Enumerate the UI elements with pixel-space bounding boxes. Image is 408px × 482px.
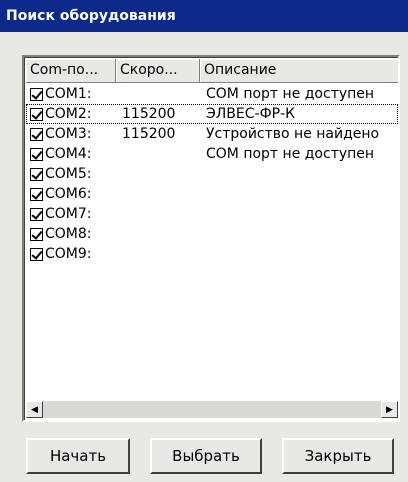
horizontal-scrollbar[interactable]: ◀ ▶ [26,401,398,418]
checkbox[interactable] [30,167,43,181]
port-name: COM2: [45,106,92,122]
window-title: Поиск оборудования [0,0,408,32]
scroll-left-icon[interactable]: ◀ [26,401,43,418]
port-speed: 115200 [122,106,176,122]
port-name: COM7: [45,206,92,222]
checkbox[interactable] [30,147,43,161]
checkbox[interactable] [30,247,43,261]
list-item[interactable]: COM5: [26,164,398,184]
close-button[interactable]: Закрыть [282,438,394,474]
list-item[interactable]: COM2: 115200 ЭЛВЕС-ФР-К [26,104,398,124]
checkbox[interactable] [30,227,43,241]
start-button[interactable]: Начать [26,438,130,474]
port-name: COM3: [45,126,92,142]
port-description: ЭЛВЕС-ФР-К [206,106,296,122]
list-item[interactable]: COM1: COM порт не доступен [26,84,398,104]
checkbox[interactable] [30,207,43,221]
list-item[interactable]: COM7: [26,204,398,224]
equipment-search-window: Поиск оборудования Com-по... Скоро... Оп… [0,0,408,482]
port-name: COM4: [45,146,92,162]
port-description: COM порт не доступен [206,146,375,162]
checkbox[interactable] [30,87,43,101]
scroll-right-icon[interactable]: ▶ [381,401,398,418]
list-item[interactable]: COM4: COM порт не доступен [26,144,398,164]
list-item[interactable]: COM9: [26,244,398,264]
port-list[interactable]: Com-по... Скоро... Описание COM1: COM по… [22,55,400,422]
port-name: COM6: [45,186,92,202]
checkbox[interactable] [30,187,43,201]
list-rows: COM1: COM порт не доступен COM2: 115200 … [26,84,398,264]
checkbox[interactable] [30,107,43,121]
port-name: COM5: [45,166,92,182]
port-name: COM9: [45,246,92,262]
scrollbar-track[interactable] [43,401,381,418]
port-description: Устройство не найдено [206,126,380,142]
port-description: COM порт не доступен [206,86,375,102]
column-header-port[interactable]: Com-по... [26,59,116,83]
column-header-speed[interactable]: Скоро... [116,59,200,83]
port-speed: 115200 [122,126,176,142]
list-item[interactable]: COM3: 115200 Устройство не найдено [26,124,398,144]
select-button[interactable]: Выбрать [150,438,262,474]
checkbox[interactable] [30,127,43,141]
list-item[interactable]: COM8: [26,224,398,244]
port-name: COM1: [45,86,92,102]
list-header: Com-по... Скоро... Описание [26,59,398,83]
column-header-description[interactable]: Описание [200,59,398,83]
list-item[interactable]: COM6: [26,184,398,204]
port-name: COM8: [45,226,92,242]
